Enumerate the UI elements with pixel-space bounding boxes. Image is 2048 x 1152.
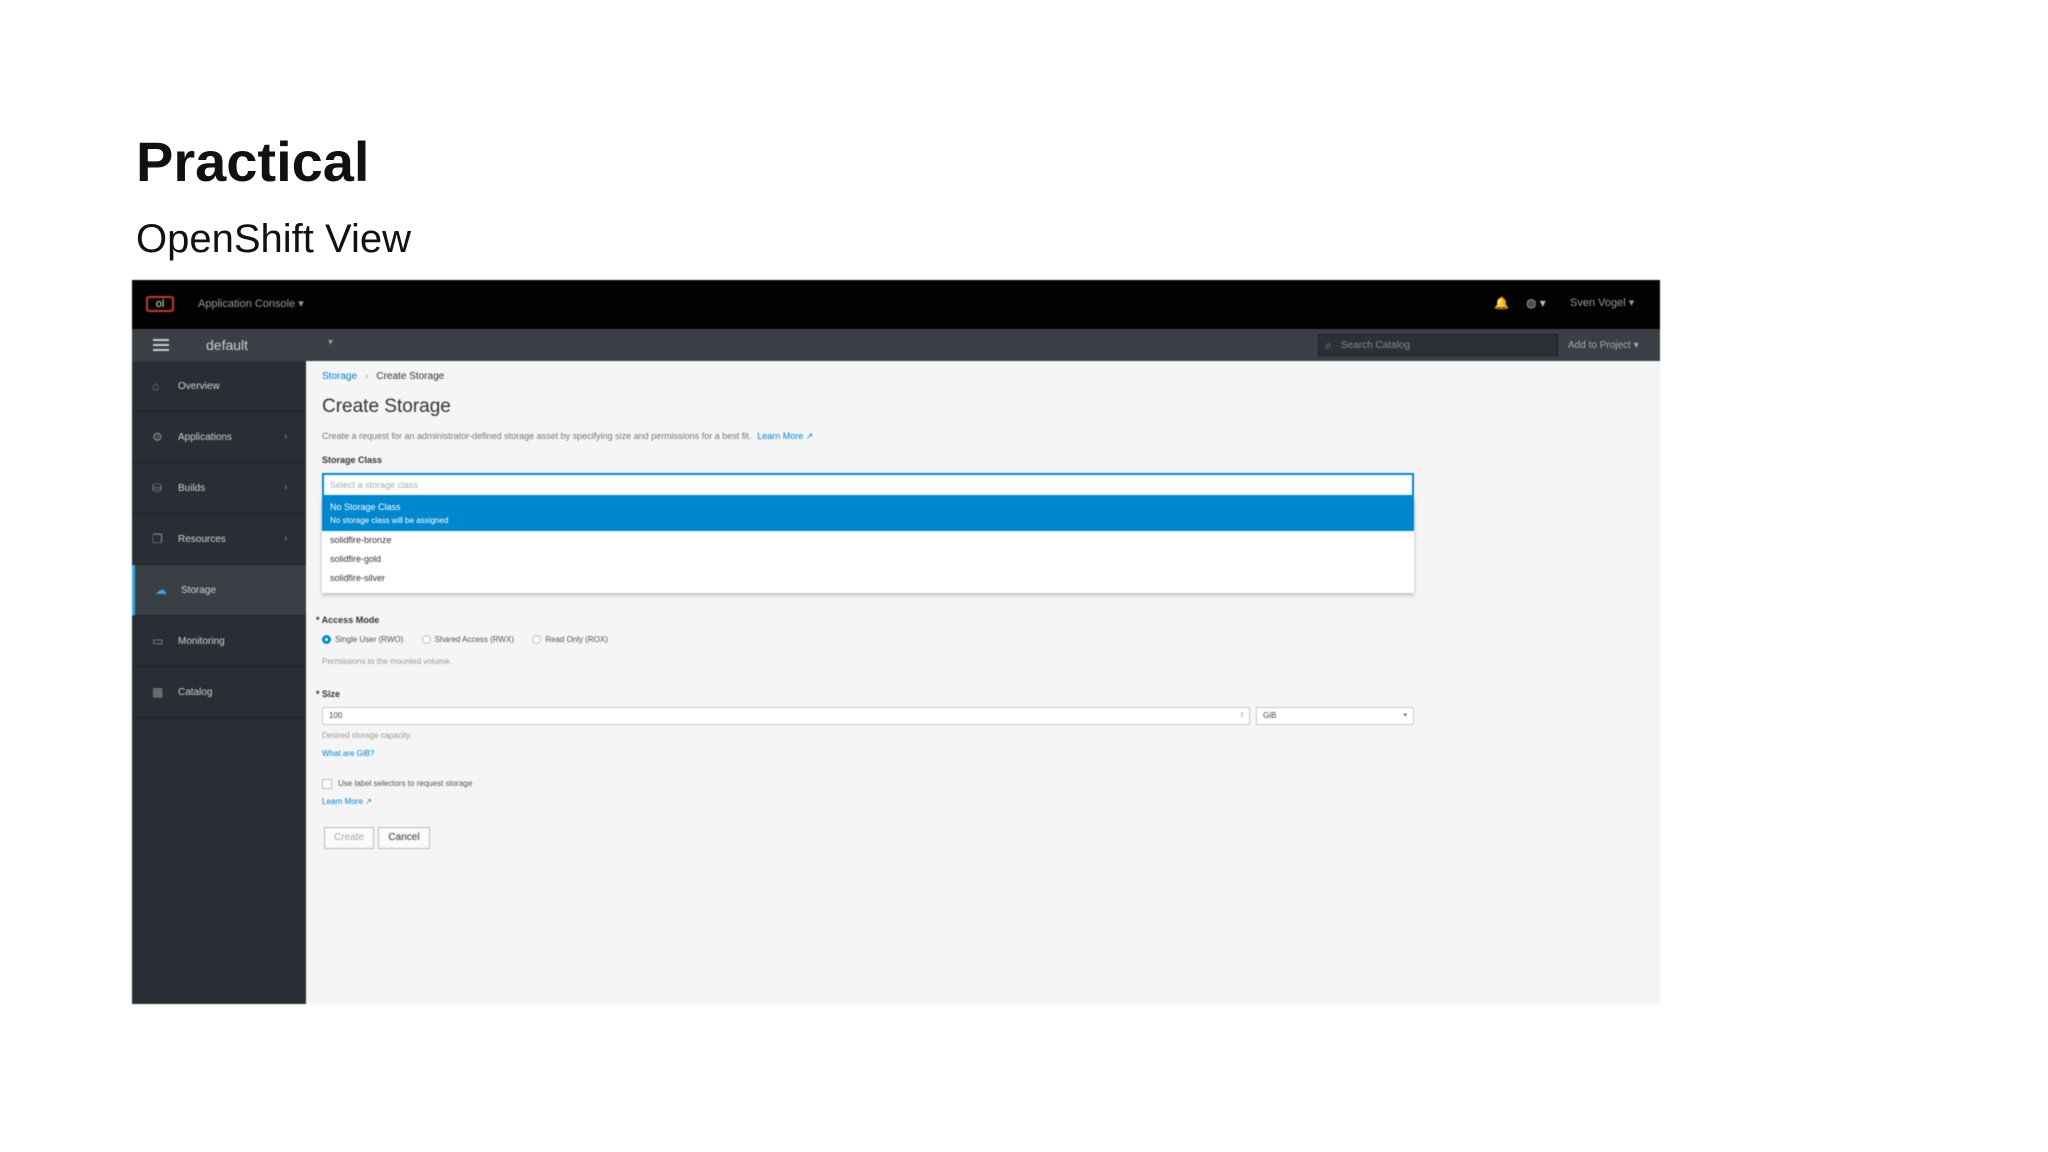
- option-solidfire-silver[interactable]: solidfire-silver: [322, 569, 1414, 588]
- access-mode-label: * Access Mode: [316, 615, 380, 625]
- masthead: ol Application Console ▾ 🔔 ◍ ▾ Sven Voge…: [132, 280, 1660, 329]
- builds-icon: ⛁: [152, 481, 163, 495]
- breadcrumb: Storage › Create Storage: [322, 371, 444, 382]
- catalog-icon: ▦: [152, 685, 164, 699]
- radio-rox[interactable]: Read Only (ROX): [532, 635, 608, 645]
- help-globe-icon[interactable]: ◍ ▾: [1526, 296, 1546, 310]
- learn-more-link[interactable]: Learn More ↗: [757, 431, 813, 441]
- chevron-right-icon: ›: [284, 533, 288, 544]
- radio-rwo[interactable]: Single User (RWO): [322, 635, 404, 645]
- sidebar-item-label: Catalog: [178, 687, 213, 698]
- access-mode-help: Permissions to the mounted volume.: [322, 657, 452, 666]
- breadcrumb-separator: ›: [365, 371, 369, 382]
- access-mode-radios: Single User (RWO) Shared Access (RWX) Re…: [322, 635, 624, 645]
- sidebar-item-label: Storage: [181, 585, 217, 596]
- user-menu[interactable]: Sven Vogel ▾: [1570, 296, 1634, 309]
- radio-button[interactable]: [322, 635, 331, 645]
- slide-subtitle: OpenShift View: [136, 217, 411, 261]
- size-label: * Size: [316, 689, 341, 699]
- breadcrumb-storage-link[interactable]: Storage: [322, 371, 357, 382]
- what-are-gib-link[interactable]: What are GiB?: [322, 749, 374, 758]
- storage-class-label: Storage Class: [322, 455, 383, 465]
- chevron-right-icon: ›: [284, 431, 288, 442]
- option-no-storage-class[interactable]: No Storage Class No storage class will b…: [322, 497, 1414, 531]
- storage-class-dropdown: No Storage Class No storage class will b…: [322, 497, 1414, 593]
- radio-button[interactable]: [421, 635, 431, 645]
- openshift-screenshot: ol Application Console ▾ 🔔 ◍ ▾ Sven Voge…: [132, 280, 1660, 1004]
- sidebar-item-applications[interactable]: ⚙ Applications ›: [132, 412, 306, 463]
- radio-button[interactable]: [532, 635, 542, 645]
- add-to-project-menu[interactable]: Add to Project ▾: [1568, 340, 1639, 351]
- label-selector-label: Use label selectors to request storage: [338, 779, 473, 789]
- size-value: 100: [329, 711, 343, 720]
- chevron-right-icon: ›: [284, 482, 288, 493]
- sidebar-item-label: Applications: [178, 432, 232, 443]
- cubes-icon: ⚙: [152, 430, 163, 444]
- radio-rwx[interactable]: Shared Access (RWX): [421, 635, 514, 645]
- breadcrumb-current: Create Storage: [376, 371, 445, 382]
- search-placeholder: Search Catalog: [1341, 340, 1410, 351]
- sidebar-item-catalog[interactable]: ▦ Catalog: [132, 667, 306, 718]
- unit-value: GiB: [1263, 711, 1277, 720]
- page-description: Create a request for an administrator-de…: [322, 431, 813, 442]
- description-text: Create a request for an administrator-de…: [322, 431, 752, 441]
- option-solidfire-bronze[interactable]: solidfire-bronze: [322, 531, 1414, 550]
- sidebar-item-monitoring[interactable]: ▭ Monitoring: [132, 616, 306, 667]
- radio-label: Shared Access (RWX): [434, 635, 514, 644]
- resources-icon: ❐: [152, 532, 163, 546]
- option-solidfire-gold[interactable]: solidfire-gold: [322, 550, 1414, 569]
- cancel-button[interactable]: Cancel: [378, 827, 430, 849]
- label-selector-checkbox[interactable]: [322, 779, 332, 789]
- search-icon: ⌕: [1325, 338, 1332, 352]
- home-icon: ⌂: [152, 379, 160, 393]
- size-help: Desired storage capacity.: [322, 731, 412, 740]
- chevron-down-icon[interactable]: ▾: [328, 337, 333, 348]
- option-label: No Storage Class: [330, 502, 401, 512]
- storage-class-placeholder: Select a storage class: [330, 480, 419, 490]
- project-selector[interactable]: default: [206, 337, 248, 353]
- radio-label: Read Only (ROX): [545, 635, 608, 644]
- stepper-icon[interactable]: ⇕: [1239, 711, 1245, 719]
- size-unit-select[interactable]: GiB ▾: [1256, 707, 1414, 725]
- sidebar-item-label: Resources: [178, 534, 226, 545]
- slide-title: Practical: [136, 130, 370, 193]
- storage-class-select[interactable]: Select a storage class: [322, 473, 1414, 497]
- sidebar-item-overview[interactable]: ⌂ Overview: [132, 361, 306, 412]
- page-title: Create Storage: [322, 396, 451, 417]
- storage-icon: ☁: [155, 583, 167, 597]
- main-content: Storage › Create Storage Create Storage Cr…: [306, 361, 1660, 1004]
- sidebar-item-label: Builds: [178, 483, 206, 494]
- monitor-icon: ▭: [152, 634, 164, 648]
- search-catalog-input[interactable]: ⌕ Search Catalog: [1318, 334, 1558, 356]
- hamburger-menu-icon[interactable]: [153, 339, 169, 351]
- option-hint: No storage class will be assigned: [330, 516, 449, 525]
- sidebar-item-resources[interactable]: ❐ Resources ›: [132, 514, 306, 565]
- size-input[interactable]: 100 ⇕: [322, 707, 1250, 725]
- sidebar-item-label: Overview: [178, 381, 220, 392]
- radio-label: Single User (RWO): [335, 635, 404, 644]
- sidebar-nav: ⌂ Overview ⚙ Applications › ⛁ Builds › ❐…: [132, 361, 306, 1004]
- project-bar: default ▾ ⌕ Search Catalog Add to Projec…: [132, 329, 1660, 361]
- sidebar-item-storage[interactable]: ☁ Storage: [132, 565, 306, 616]
- sidebar-item-builds[interactable]: ⛁ Builds ›: [132, 463, 306, 514]
- application-console-menu[interactable]: Application Console ▾: [198, 297, 304, 310]
- sidebar-item-label: Monitoring: [178, 636, 225, 647]
- label-selector-row[interactable]: Use label selectors to request storage: [322, 779, 472, 789]
- bell-icon[interactable]: 🔔: [1494, 296, 1509, 310]
- chevron-down-icon: ▾: [1403, 712, 1407, 719]
- create-button[interactable]: Create: [324, 827, 374, 849]
- openshift-logo[interactable]: ol: [146, 296, 174, 312]
- label-selector-learn-more-link[interactable]: Learn More ↗: [322, 797, 372, 806]
